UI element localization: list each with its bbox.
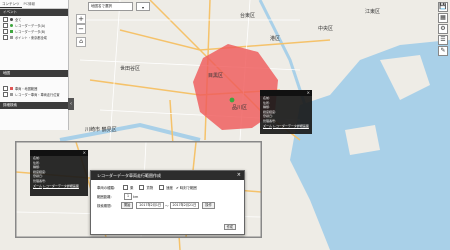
tab-pc-info[interactable]: PC情報: [22, 0, 38, 8]
map-label: 台東区: [240, 13, 256, 19]
close-icon[interactable]: ×: [237, 171, 241, 180]
field-label: 検索期間:: [97, 204, 112, 208]
layer-color-icon: [10, 86, 13, 90]
map-select-button[interactable]: ▾: [136, 2, 150, 11]
dialog-title: レコーダーデータ車両走行範囲作成: [97, 173, 161, 178]
map-label: 品川区: [232, 105, 248, 111]
detail-link[interactable]: レコーダーデータ詳細画面: [43, 184, 79, 188]
map-label: 世田谷区: [120, 66, 141, 72]
checkbox[interactable]: [3, 22, 8, 28]
checkbox[interactable]: [3, 16, 8, 22]
map-label: 中央区: [318, 26, 334, 32]
checkbox[interactable]: [159, 185, 165, 190]
right-toolbar: 💾 ▦ ⚙ ☰ ✎: [438, 2, 448, 57]
left-panel: コンテンツ PC情報 イベント 全て レコーダーデータ(A) レコーダーデータ(…: [0, 0, 69, 130]
range-separator: 〜: [165, 204, 169, 208]
field-label: 車両の種類:: [97, 186, 116, 190]
map-label: 江東区: [365, 9, 381, 15]
checkbox[interactable]: [3, 85, 8, 91]
from-date-input[interactable]: 2017年2月1日: [136, 202, 165, 209]
period-row: 検索期間: 開始 2017年2月1日 〜 2017年2月21日 操作: [91, 201, 244, 210]
map-select-value: 地図名で選択: [91, 4, 112, 8]
create-button[interactable]: 作成: [223, 223, 236, 230]
image-icon[interactable]: ▦: [438, 13, 448, 23]
checkbox[interactable]: [3, 91, 8, 97]
detail-link[interactable]: レコーダーデータ詳細画面: [273, 124, 309, 128]
option-label: 時刻で範囲: [179, 186, 197, 190]
section-header-map[interactable]: 地図: [0, 70, 68, 77]
vehicle-marker: [229, 97, 235, 103]
to-date-input[interactable]: 2017年2月21日: [169, 202, 200, 209]
map-label: 目黒区: [208, 73, 224, 79]
map-select[interactable]: 地図名で選択: [88, 2, 133, 11]
distance-row: 範囲距離: 1 km: [91, 192, 244, 201]
layer-label: レコーダー車両・車両走行位置: [15, 92, 60, 97]
list-icon[interactable]: ☰: [438, 35, 448, 45]
close-icon[interactable]: ×: [307, 90, 310, 95]
map-label: 川崎市 鶴見区: [85, 127, 117, 133]
tab-contents[interactable]: コンテンツ: [0, 0, 22, 8]
checkbox[interactable]: [3, 34, 8, 40]
vehicle-type-row: 車両の種類: 乗 貨物 速度 ✔ 時刻で範囲: [91, 183, 244, 192]
option-label: 乗: [130, 186, 134, 190]
section-header-events[interactable]: イベント: [0, 9, 68, 16]
layer-label: レコーダーデータ(B): [15, 29, 46, 34]
zoom-out-button[interactable]: −: [76, 24, 86, 34]
unit-label: km: [133, 194, 139, 199]
layer-color-icon: [10, 35, 13, 39]
operation-button[interactable]: 操作: [202, 202, 215, 209]
layer-label: レコーダーデータ(A): [15, 23, 46, 28]
checkbox[interactable]: [3, 28, 8, 34]
layer-color-icon: [10, 23, 13, 27]
option-label: 速度: [166, 186, 173, 190]
checkbox[interactable]: [123, 185, 128, 190]
settings-icon[interactable]: ⚙: [438, 24, 448, 34]
save-icon[interactable]: 💾: [438, 2, 448, 12]
dialog-title-bar: レコーダーデータ車両走行範囲作成 ×: [91, 171, 244, 180]
layer-label: 車両・地図範囲: [15, 86, 38, 91]
layer-color-icon: [10, 29, 13, 33]
close-icon[interactable]: ×: [83, 150, 86, 155]
edit-icon[interactable]: ✎: [438, 46, 448, 56]
panel-tabs: コンテンツ PC情報: [0, 0, 68, 9]
section-header-search[interactable]: 詳細検索: [0, 102, 68, 109]
field-label: 範囲距離:: [97, 195, 112, 199]
zoom-in-button[interactable]: +: [76, 14, 86, 24]
layer-color-icon: [10, 17, 13, 21]
layer-label: 全て: [15, 17, 22, 22]
checkbox[interactable]: [139, 185, 145, 190]
create-range-dialog: レコーダーデータ車両走行範囲作成 × 車両の種類: 乗 貨物 速度 ✔ 時刻で範囲…: [90, 170, 245, 235]
info-popup: × 名前: 住所: 種類: 緯度経度: 登録日: 管理番号: ズーム レコーダー…: [30, 150, 88, 196]
option-label: 貨物: [146, 186, 154, 190]
distance-input[interactable]: 1: [124, 193, 133, 200]
layer-label: ポイント・東京都全域: [15, 35, 47, 40]
layer-color-icon: [10, 92, 13, 96]
zoom-link[interactable]: ズーム: [263, 124, 272, 128]
info-popup: × 名前: 住所: 種類: 緯度経度: 登録日: 管理番号: ズーム レコーダー…: [260, 90, 312, 134]
start-button[interactable]: 開始: [121, 202, 134, 209]
check-icon: ✔: [175, 185, 179, 190]
collapse-panel-button[interactable]: ‹: [68, 98, 74, 110]
zoom-link[interactable]: ズーム: [33, 184, 42, 188]
map-label: 港区: [270, 36, 281, 42]
home-icon[interactable]: ⌂: [76, 37, 86, 47]
